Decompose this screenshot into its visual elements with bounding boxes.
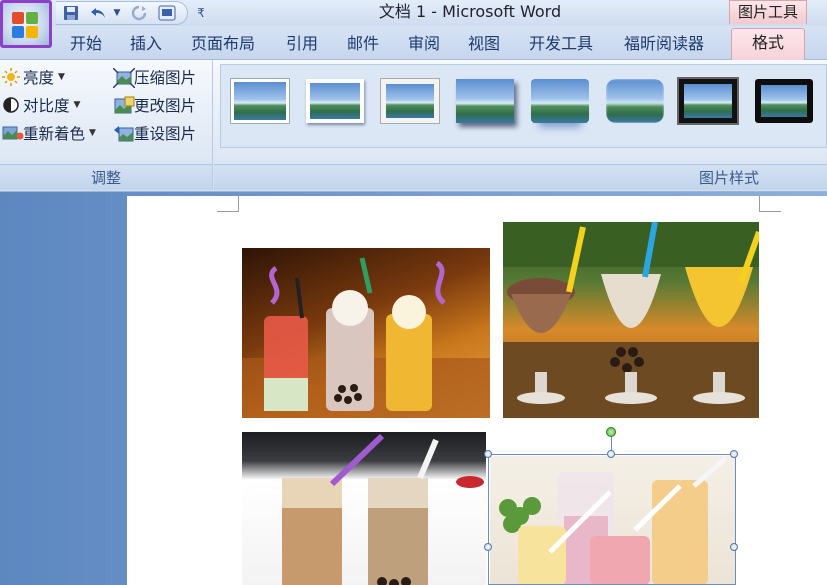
tab-foxit-reader[interactable]: 福昕阅读器 [614,30,714,58]
document-title: 文档 1 - Microsoft Word [378,2,562,21]
compress-pictures-button[interactable]: 压缩图片 [112,64,197,90]
adjust-group-label: 调整 [0,164,212,190]
sun-icon [2,68,20,86]
resize-handle-top[interactable] [607,450,615,458]
ribbon: 亮度 ▼ 对比度 ▼ 重新着色 ▼ 压缩图片 更改图片 重设图片 调整 图片样式 [0,60,827,192]
chevron-down-icon: ▼ [89,128,96,138]
tab-mailings[interactable]: 邮件 [337,30,389,58]
change-picture-button[interactable]: 更改图片 [113,92,196,118]
chevron-down-icon: ▼ [58,72,65,82]
resize-handle-right[interactable] [730,543,738,551]
style-thumb-black-bevel[interactable] [755,79,813,123]
ribbon-tab-bar: 开始 插入 页面布局 引用 邮件 审阅 视图 开发工具 福昕阅读器 格式 [0,26,827,60]
style-thumb-shadow-frame[interactable] [306,79,364,123]
contrast-icon [2,96,20,114]
chevron-down-icon: ▼ [73,100,81,110]
resize-handle-top-left[interactable] [484,450,492,458]
brightness-label: 亮度 [23,69,55,87]
document-page[interactable] [127,196,827,585]
reset-picture-icon [113,124,134,142]
style-thumb-black-frame[interactable] [677,77,739,125]
tab-page-layout[interactable]: 页面布局 [184,30,262,58]
office-logo-icon [12,12,38,38]
compress-pictures-label: 压缩图片 [134,69,197,87]
title-bar: ▼ ₹ 文档 1 - Microsoft Word 图片工具 [0,0,827,26]
contrast-label: 对比度 [23,97,70,115]
style-thumb-drop-shadow[interactable] [456,79,514,123]
change-picture-label: 更改图片 [134,97,197,115]
picture-bubble-tea-4-selected[interactable] [490,456,735,585]
compress-icon [112,67,136,89]
picture-styles-group-label: 图片样式 [214,164,827,190]
office-button[interactable] [0,0,52,48]
margin-corner-mark [759,196,781,212]
brightness-button[interactable]: 亮度 ▼ [2,64,65,90]
tab-review[interactable]: 审阅 [398,30,450,58]
style-thumb-simple-frame-white[interactable] [231,79,289,123]
picture-bubble-tea-3[interactable] [242,432,486,585]
tab-insert[interactable]: 插入 [120,30,172,58]
change-picture-icon [113,96,135,114]
resize-handle-top-right[interactable] [730,450,738,458]
recolor-icon [2,124,24,142]
tab-references[interactable]: 引用 [276,30,328,58]
contrast-button[interactable]: 对比度 ▼ [2,92,80,118]
reset-picture-label: 重设图片 [134,125,197,143]
tab-home[interactable]: 开始 [60,30,112,58]
margin-corner-mark [217,196,239,212]
style-thumb-reflected[interactable] [531,79,589,123]
reset-picture-button[interactable]: 重设图片 [113,120,196,146]
picture-styles-gallery [220,64,827,148]
recolor-button[interactable]: 重新着色 ▼ [2,120,96,146]
style-thumb-soft-edge[interactable] [606,79,664,123]
recolor-label: 重新着色 [23,125,86,143]
picture-bubble-tea-1[interactable] [242,248,490,418]
style-thumb-thick-matte[interactable] [381,79,439,123]
tab-developer[interactable]: 开发工具 [522,30,600,58]
adjust-group: 亮度 ▼ 对比度 ▼ 重新着色 ▼ 压缩图片 更改图片 重设图片 调整 [0,60,213,190]
picture-bubble-tea-2[interactable] [503,222,759,418]
picture-tools-context-label: 图片工具 [729,0,807,24]
tab-view[interactable]: 视图 [458,30,510,58]
tab-format[interactable]: 格式 [731,28,805,60]
rotation-handle[interactable] [606,427,616,437]
resize-handle-left[interactable] [484,543,492,551]
